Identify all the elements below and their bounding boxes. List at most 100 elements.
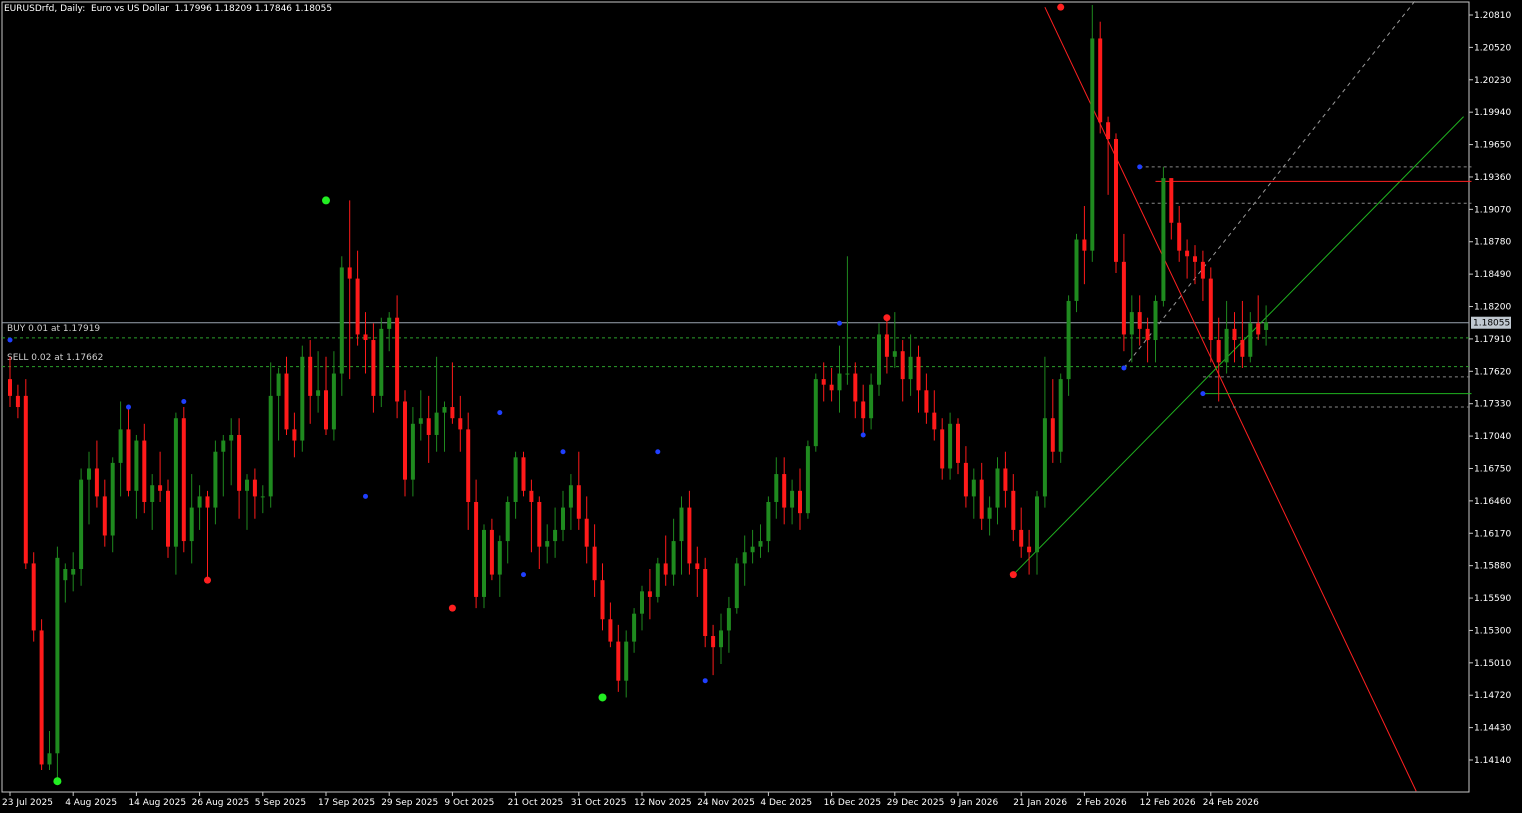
pivot-marker — [521, 572, 526, 578]
candle-body — [900, 351, 905, 380]
bear-candle — [521, 451, 526, 497]
bear-candle — [1208, 267, 1213, 363]
candle-body — [940, 429, 945, 469]
bear-candle — [963, 446, 968, 508]
bull-candle — [331, 351, 336, 441]
candle-body — [466, 429, 471, 502]
y-tick-label: 1.19360 — [1474, 173, 1511, 183]
bear-candle — [924, 373, 929, 424]
candle-body — [150, 485, 155, 502]
bear-candle — [355, 250, 360, 346]
bear-candle — [1240, 300, 1245, 368]
bear-candle — [979, 462, 984, 530]
candle-body — [774, 474, 779, 502]
bull-candle — [766, 496, 771, 553]
candle-body — [363, 334, 368, 341]
candle-body — [687, 507, 692, 564]
y-tick-label: 1.17330 — [1474, 400, 1511, 410]
bear-candle — [158, 451, 163, 502]
bear-candle — [8, 356, 12, 408]
candle-body — [450, 407, 455, 419]
candle-body — [1106, 122, 1111, 139]
bull-candle — [87, 451, 91, 525]
bull-candle — [632, 608, 637, 653]
bear-candle — [142, 423, 147, 514]
candle-body — [79, 479, 84, 570]
bear-candle — [1200, 250, 1205, 301]
bull-candle — [513, 451, 518, 519]
price-chart[interactable]: 1.20810 1.20520 1.20230 1.19940 1.19650 1.193… — [0, 0, 1522, 813]
candle-body — [971, 479, 976, 497]
bull-candle — [245, 474, 249, 530]
bull-candle — [79, 468, 84, 586]
y-tick-label: 1.18490 — [1474, 270, 1511, 280]
candle-body — [545, 541, 550, 547]
candle-body — [647, 591, 652, 597]
candle-body — [173, 418, 178, 547]
candle-body — [229, 434, 234, 441]
bear-candle — [1011, 474, 1016, 542]
bull-candle — [545, 524, 550, 564]
candle-body — [71, 569, 76, 575]
candle-body — [339, 267, 344, 374]
candle-body — [869, 384, 874, 419]
bear-candle — [403, 390, 407, 497]
candle-body — [371, 340, 376, 396]
bear-candle — [1027, 529, 1032, 575]
y-tick-label: 1.15590 — [1474, 594, 1511, 604]
y-tick-label: 1.19070 — [1474, 205, 1511, 215]
bear-candle — [592, 524, 597, 597]
candle-body — [1082, 239, 1087, 251]
candle-body — [23, 395, 28, 564]
bear-candle — [616, 624, 621, 692]
candle-body — [837, 373, 842, 391]
y-tick-label: 1.16170 — [1474, 529, 1511, 539]
candle-body — [521, 457, 526, 491]
bull-candle — [268, 362, 273, 508]
bear-candle — [1169, 178, 1174, 240]
chart-area[interactable]: EURUSDrfd, Daily: Euro vs US Dollar 1.17… — [0, 0, 1522, 813]
bull-candle — [948, 412, 953, 480]
candle-body — [584, 518, 589, 547]
x-tick-label: 21 Oct 2025 — [508, 798, 564, 808]
bull-candle — [1074, 233, 1079, 313]
bear-candle — [94, 440, 99, 508]
bull-candle — [229, 418, 234, 486]
candle-body — [1224, 328, 1229, 363]
candle-body — [695, 563, 700, 570]
bull-candle — [189, 474, 194, 564]
y-tick-label: 1.16460 — [1474, 497, 1511, 507]
bull-candle — [505, 496, 510, 564]
y-tick-label: 1.15880 — [1474, 562, 1511, 572]
candle-body — [790, 490, 795, 508]
candle-body — [1145, 328, 1150, 341]
bull-candle — [379, 317, 384, 408]
pivot-marker — [1057, 3, 1065, 11]
bull-candle — [837, 345, 842, 413]
candle-body — [31, 563, 36, 631]
bear-candle — [237, 418, 242, 519]
candle-body — [308, 356, 313, 396]
candle-body — [979, 479, 984, 519]
pivot-marker — [598, 693, 607, 702]
bull-candle — [553, 507, 558, 558]
candle-body — [260, 496, 265, 498]
bear-candle — [1216, 317, 1221, 402]
pivot-marker — [1121, 365, 1127, 371]
projection-line — [1123, 0, 1417, 369]
candle-body — [245, 479, 249, 491]
candle-body — [916, 356, 921, 391]
candle-body — [805, 446, 810, 514]
bear-candle — [1193, 245, 1197, 285]
x-tick-label: 29 Dec 2025 — [887, 798, 945, 808]
bear-candle — [932, 390, 937, 441]
bull-candle — [679, 496, 684, 575]
candle-body — [213, 451, 218, 508]
x-tick-label: 4 Aug 2025 — [65, 798, 117, 808]
bull-candle — [892, 312, 897, 368]
candle-body — [55, 557, 60, 754]
pivot-marker — [860, 432, 866, 438]
bull-candle — [339, 256, 344, 396]
x-tick-label: 29 Sep 2025 — [381, 798, 438, 808]
candle-body — [932, 412, 937, 430]
